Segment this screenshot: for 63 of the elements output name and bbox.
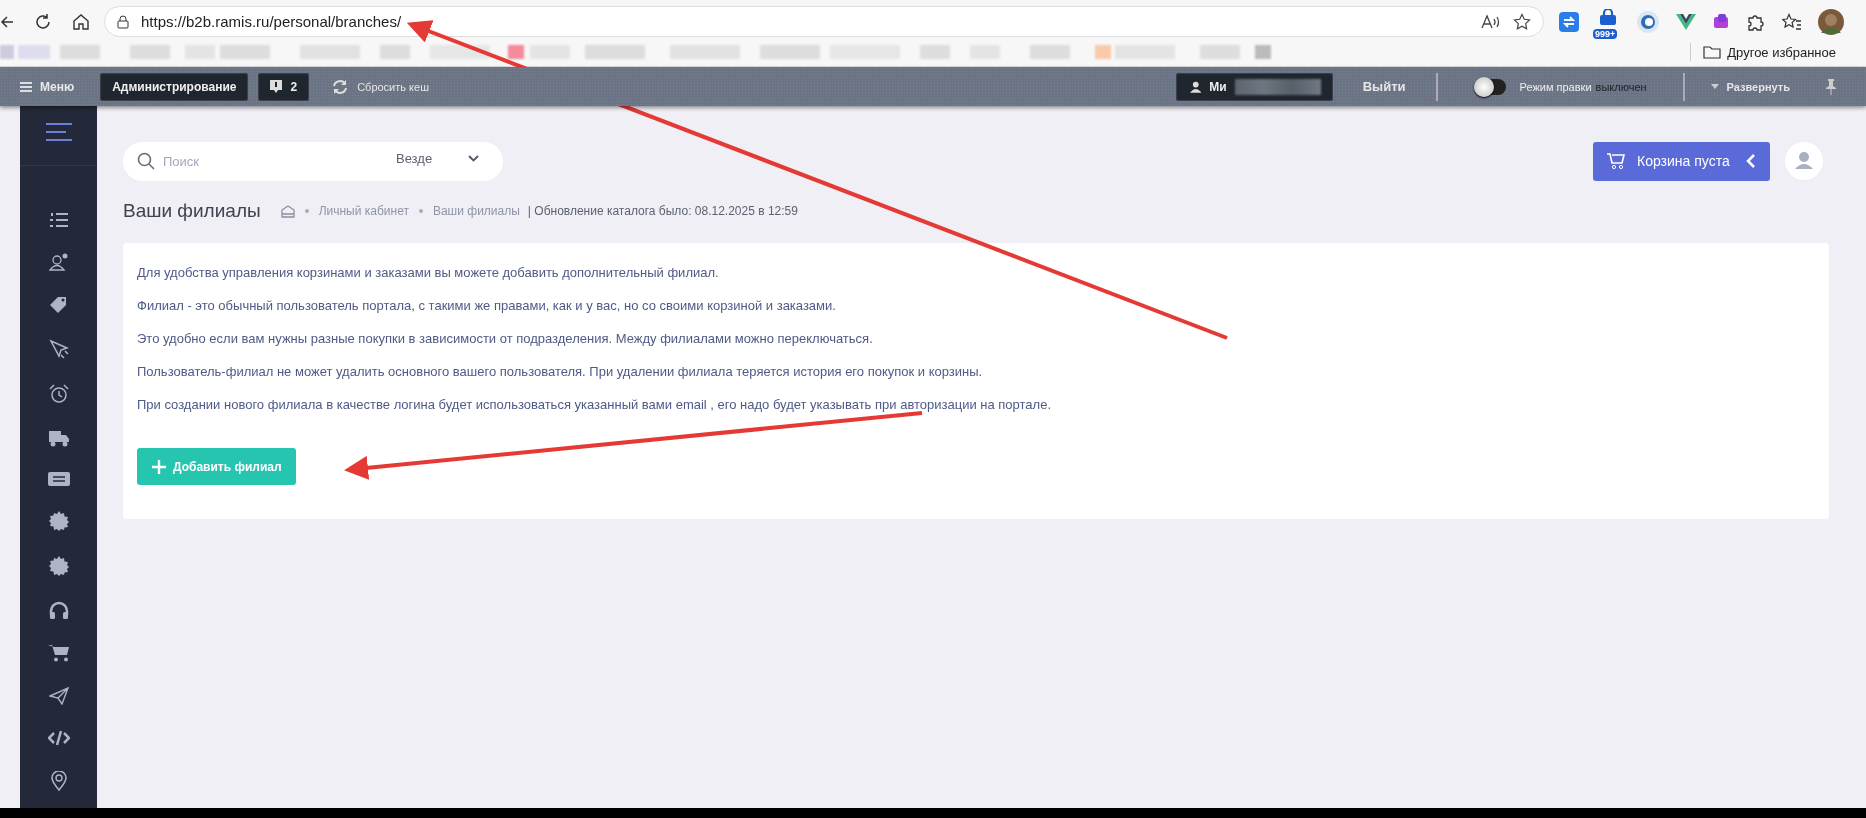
folder-icon — [1703, 45, 1722, 59]
notifications-button[interactable]: 2 — [258, 72, 310, 101]
cart-icon — [1607, 152, 1627, 170]
search-icon — [137, 152, 155, 170]
info-paragraph: При создании нового филиала в качестве логина будет использоваться указанный вами email , его надо будет указывать при авторизации на портале. — [137, 397, 1052, 412]
info-paragraph: Для удобства управления корзинами и заказами вы можете добавить дополнительный филиал. — [137, 265, 720, 280]
user-button[interactable]: Ми — [1175, 72, 1333, 101]
breadcrumb-link[interactable]: Личный кабинет — [318, 204, 409, 218]
edit-mode-label: Режим правки — [1519, 80, 1592, 93]
search-scope-dropdown[interactable]: Везде — [390, 150, 486, 167]
badge-icon[interactable] — [48, 556, 69, 576]
info-paragraph: Филиал - это обычный пользователь портала, с такими же правами, как и у вас, но со своими корзиной и заказами. — [137, 298, 837, 313]
truck-icon[interactable] — [47, 429, 70, 447]
lock-icon — [117, 14, 129, 29]
menu-button[interactable]: Меню — [14, 78, 81, 95]
edit-mode-status: выключен — [1595, 80, 1647, 93]
notification-icon — [270, 79, 283, 94]
credit-card-icon[interactable] — [47, 472, 70, 486]
lock-extension-icon[interactable] — [1597, 8, 1619, 25]
cart-button[interactable]: Корзина пуста — [1593, 141, 1770, 181]
v-logo-icon[interactable] — [1676, 12, 1696, 31]
user-gear-icon[interactable] — [48, 253, 69, 271]
user-icon — [1189, 80, 1202, 93]
star-icon[interactable] — [1513, 12, 1531, 31]
edit-mode-toggle[interactable] — [1475, 78, 1506, 95]
cart-icon[interactable] — [47, 644, 70, 662]
caret-icon — [1710, 84, 1719, 89]
paper-plane-icon[interactable] — [48, 687, 69, 705]
plus-icon — [151, 458, 167, 475]
read-aloud-icon[interactable] — [1481, 13, 1501, 30]
sync-extension-icon[interactable] — [1558, 10, 1580, 33]
logout-button[interactable]: Выйти — [1356, 78, 1412, 95]
home-icon[interactable] — [72, 12, 90, 31]
catalog-update-note: | Обновление каталога было: 08.12.2025 в 12:59 — [527, 204, 798, 218]
info-paragraph: Пользователь-филиал не может удалить основного вашего пользователя. При удалении филиала теряется история его покупок и корзины. — [137, 364, 984, 379]
back-icon[interactable] — [0, 13, 14, 30]
location-pin-icon[interactable] — [50, 771, 67, 791]
expand-button[interactable]: Развернуть — [1704, 79, 1796, 94]
headphones-icon[interactable] — [48, 601, 69, 619]
tag-icon[interactable] — [48, 296, 69, 314]
code-icon[interactable] — [47, 730, 70, 746]
menu-icon[interactable] — [45, 123, 72, 141]
address-bar[interactable]: https://b2b.ramis.ru/personal/branches/ — [104, 6, 1544, 37]
list-icon[interactable] — [49, 212, 68, 228]
circle-extension-icon[interactable] — [1636, 9, 1660, 34]
extension-badge: 999+ — [1593, 28, 1618, 39]
menu-icon — [20, 81, 32, 92]
alarm-clock-icon[interactable] — [48, 384, 69, 404]
chevron-down-icon — [468, 155, 480, 162]
badge-icon[interactable] — [48, 511, 69, 531]
bookmark-folder[interactable]: Другое избранное — [1703, 44, 1836, 60]
reset-cache-button[interactable]: Сбросить кеш — [325, 77, 435, 96]
profile-avatar-icon[interactable] — [1818, 8, 1844, 35]
chevron-left-icon — [1746, 153, 1756, 169]
refresh-icon — [331, 78, 350, 95]
info-paragraph: Это удобно если вам нужны разные покупки в зависимости от подразделения. Между филиалами можно переключаться. — [137, 331, 874, 346]
pin-icon[interactable] — [1826, 78, 1836, 95]
page-title: Ваши филиалы — [123, 200, 261, 222]
favorites-icon[interactable] — [1782, 12, 1802, 31]
administration-button[interactable]: Администрирование — [100, 72, 249, 101]
app-extension-icon[interactable] — [1712, 12, 1730, 31]
reload-icon[interactable] — [34, 12, 52, 31]
breadcrumb-link[interactable]: Ваши филиалы — [432, 204, 520, 218]
